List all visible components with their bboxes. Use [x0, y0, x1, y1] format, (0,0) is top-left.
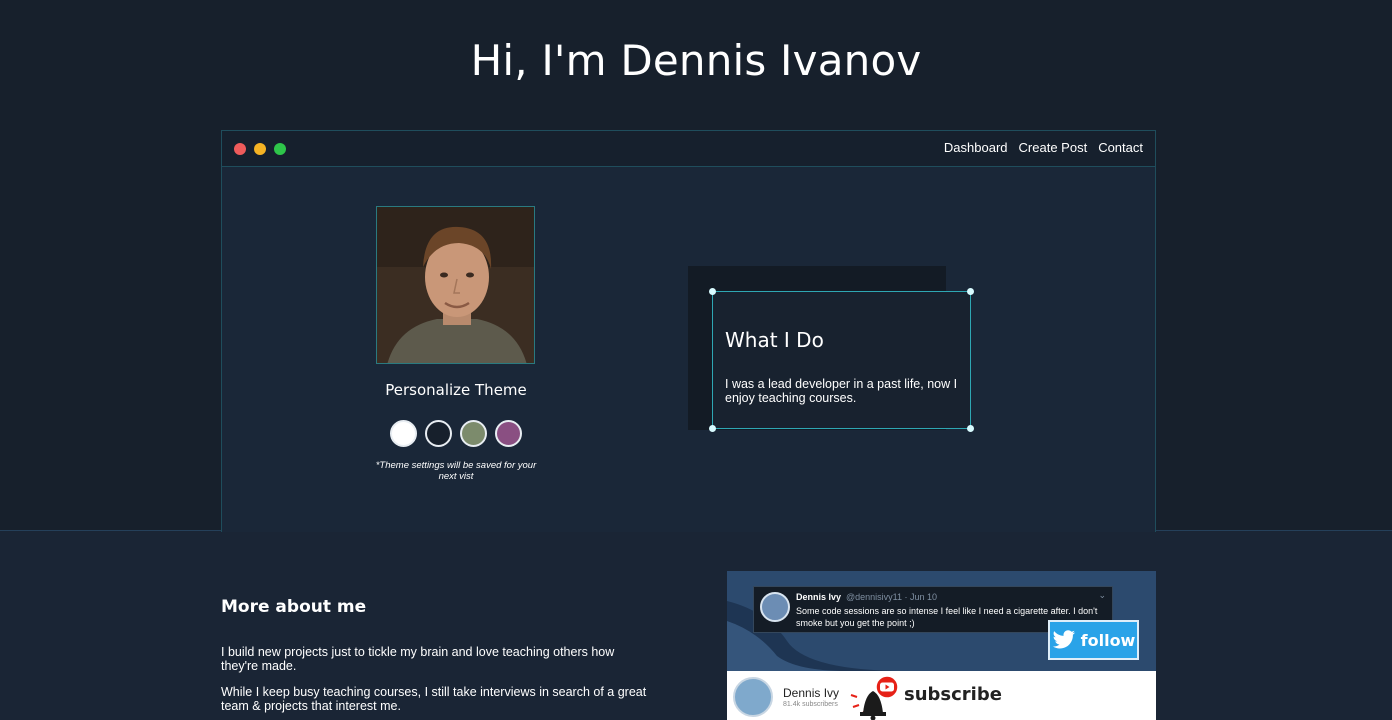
- window-titlebar: Dashboard Create Post Contact: [222, 131, 1155, 167]
- more-about-me-title: More about me: [221, 597, 367, 617]
- minimize-dot-icon: [254, 143, 266, 155]
- theme-note: *Theme settings will be saved for your n…: [375, 460, 537, 482]
- personalize-theme-title: Personalize Theme: [385, 381, 527, 399]
- chevron-down-icon[interactable]: ⌄: [1098, 590, 1106, 601]
- theme-swatch-dark[interactable]: [425, 420, 452, 447]
- theme-swatch-purple[interactable]: [495, 420, 522, 447]
- tweet-author-name: Dennis Ivy: [796, 592, 842, 602]
- nav-dashboard-link[interactable]: Dashboard: [944, 140, 1008, 155]
- tweet-meta: @dennisivy11 · Jun 10: [846, 592, 938, 602]
- follow-label: follow: [1080, 630, 1136, 650]
- selection-handle-icon: [967, 288, 974, 295]
- bell-icon: [850, 675, 899, 720]
- theme-swatches: [390, 420, 522, 447]
- profile-photo-image: [377, 207, 534, 363]
- page-title: Hi, I'm Dennis Ivanov: [470, 36, 922, 85]
- browser-window-mockup: Dashboard Create Post Contact Personaliz…: [221, 130, 1156, 532]
- selection-handle-icon: [709, 425, 716, 432]
- about-paragraph-1: I build new projects just to tickle my b…: [221, 645, 615, 673]
- youtube-subscribe-button[interactable]: subscribe: [904, 684, 1002, 705]
- youtube-subscriber-count: 81.4k subscribers: [783, 701, 838, 708]
- nav-contact-link[interactable]: Contact: [1098, 140, 1143, 155]
- theme-swatch-light[interactable]: [390, 420, 417, 447]
- about-section: [0, 531, 1392, 720]
- profile-photo: [376, 206, 535, 364]
- main-nav: Dashboard Create Post Contact: [944, 140, 1143, 155]
- twitter-bird-icon: [1052, 630, 1075, 649]
- twitter-follow-button[interactable]: follow: [1048, 620, 1139, 660]
- what-i-do-card: What I Do I was a lead developer in a pa…: [709, 288, 974, 432]
- what-i-do-title: What I Do: [725, 328, 824, 352]
- theme-swatch-green[interactable]: [460, 420, 487, 447]
- close-dot-icon: [234, 143, 246, 155]
- about-paragraph-2: While I keep busy teaching courses, I st…: [221, 685, 647, 713]
- tweet-avatar: [760, 592, 790, 622]
- youtube-avatar: [733, 677, 773, 717]
- youtube-subscribe-bar: Dennis Ivy 81.4k subscribers subscribe: [727, 671, 1156, 720]
- selection-handle-icon: [709, 288, 716, 295]
- maximize-dot-icon: [274, 143, 286, 155]
- nav-create-post-link[interactable]: Create Post: [1019, 140, 1088, 155]
- selection-handle-icon: [967, 425, 974, 432]
- social-media-card: Dennis Ivy @dennisivy11 · Jun 10 ⌄ Some …: [727, 571, 1156, 720]
- youtube-channel-name: Dennis Ivy: [783, 686, 840, 700]
- what-i-do-text: I was a lead developer in a past life, n…: [725, 377, 958, 405]
